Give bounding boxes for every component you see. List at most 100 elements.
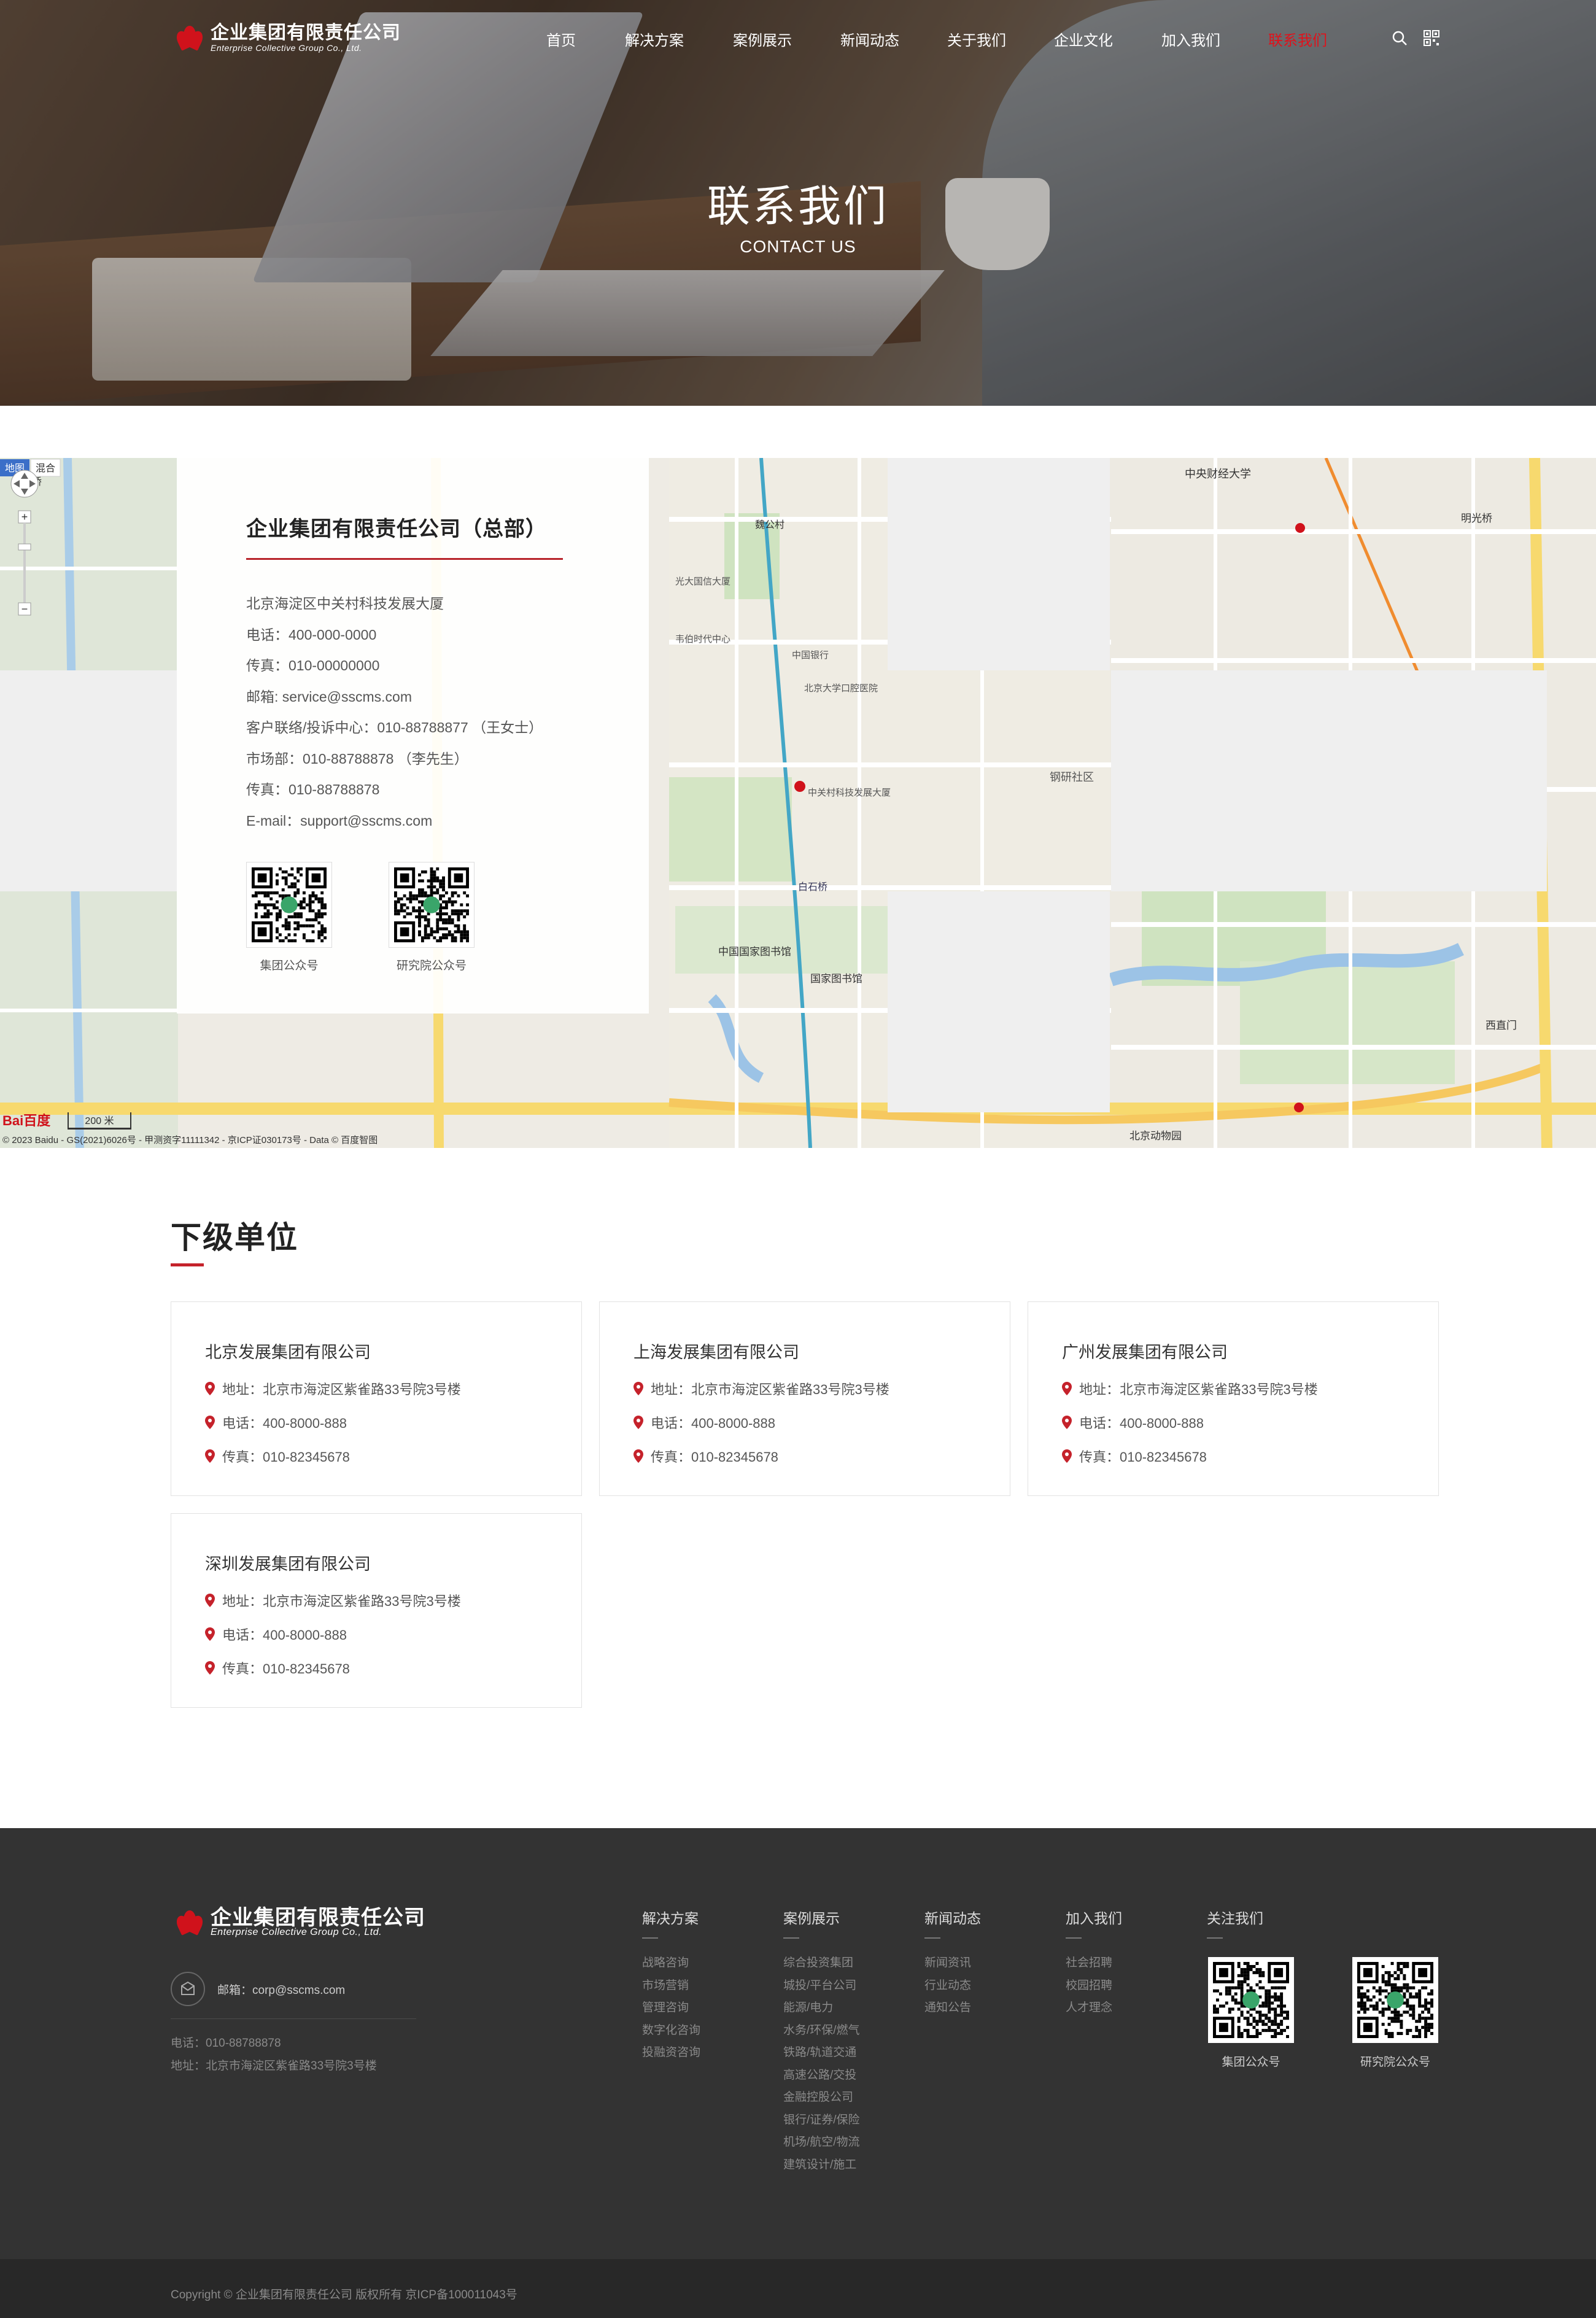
svg-text:明光桥: 明光桥	[1461, 513, 1492, 524]
subsidiary-name: 上海发展集团有限公司	[633, 1343, 799, 1362]
footer-email[interactable]: 邮箱：corp@sscms.com	[171, 1972, 345, 2006]
subsidiary-card: 深圳发展集团有限公司 地址：北京市海淀区紫雀路33号院3号楼 电话：400-80…	[171, 1513, 582, 1708]
location-pin-icon	[205, 1627, 215, 1641]
footer-link[interactable]: 城投/平台公司	[783, 1975, 860, 1998]
hq-qr-group-label: 集团公众号	[260, 959, 319, 972]
top-nav: 企业集团有限责任公司 Enterprise Collective Group C…	[0, 0, 1596, 80]
svg-text:+: +	[21, 511, 28, 523]
svg-text:光大国信大厦: 光大国信大厦	[675, 576, 730, 587]
svg-text:魏公村: 魏公村	[755, 519, 784, 530]
footer-link[interactable]: 社会招聘	[1066, 1952, 1122, 1975]
hq-qr-institute-label: 研究院公众号	[396, 959, 467, 972]
footer-logo[interactable]: 企业集团有限责任公司 Enterprise Collective Group C…	[174, 1906, 425, 1937]
hq-email[interactable]: 邮箱: service@sscms.com	[246, 681, 649, 713]
subsidiaries-title: 下级单位	[171, 1220, 298, 1255]
nav-item-join[interactable]: 加入我们	[1161, 28, 1220, 50]
footer-link[interactable]: 银行/证券/保险	[783, 2109, 860, 2132]
footer-email-text: 邮箱：corp@sscms.com	[217, 1983, 346, 1997]
nav-item-culture[interactable]: 企业文化	[1054, 28, 1113, 50]
footer-link[interactable]: 校园招聘	[1066, 1975, 1122, 1998]
subsidiary-fax: 传真：010-82345678	[1079, 1449, 1207, 1465]
footer-link[interactable]: 水务/环保/燃气	[783, 2020, 860, 2042]
location-pin-icon	[205, 1661, 215, 1675]
qrcode-icon	[1208, 1957, 1294, 2043]
location-pin-icon	[205, 1382, 215, 1395]
footer-link[interactable]: 新闻资讯	[924, 1952, 981, 1975]
location-pin-icon	[633, 1449, 643, 1463]
footer-link[interactable]: 行业动态	[924, 1975, 981, 1998]
svg-text:北京动物园: 北京动物园	[1129, 1130, 1182, 1142]
footer-link[interactable]: 金融控股公司	[783, 2087, 860, 2109]
footer-link[interactable]: 市场营销	[642, 1975, 700, 1998]
svg-text:西直门: 西直门	[1486, 1020, 1517, 1031]
footer-link[interactable]: 数字化咨询	[642, 2020, 700, 2042]
subsidiary-phone: 电话：400-8000-888	[651, 1416, 776, 1431]
footer-link[interactable]: 高速公路/交投	[783, 2064, 860, 2087]
main-menu: 首页 解决方案 案例展示 新闻动态 关于我们 企业文化 加入我们 联系我们	[0, 28, 1596, 53]
hq-info-card: 企业集团有限责任公司（总部） 北京海淀区中关村科技发展大厦 电话：400-000…	[177, 458, 649, 1014]
nav-item-home[interactable]: 首页	[546, 28, 576, 50]
footer-link[interactable]: 机场/航空/物流	[783, 2131, 860, 2154]
nav-item-about[interactable]: 关于我们	[947, 28, 1006, 50]
subsidiary-card: 上海发展集团有限公司 地址：北京市海淀区紫雀路33号院3号楼 电话：400-80…	[599, 1301, 1010, 1496]
hq-title: 企业集团有限责任公司（总部）	[246, 517, 547, 541]
footer-link[interactable]: 建筑设计/施工	[783, 2154, 860, 2177]
location-pin-icon	[633, 1416, 643, 1429]
svg-text:韦伯时代中心: 韦伯时代中心	[675, 634, 730, 645]
svg-text:中关村科技发展大厦: 中关村科技发展大厦	[808, 788, 891, 798]
footer-qr-group: 集团公众号	[1208, 1957, 1294, 2069]
subsidiary-phone: 电话：400-8000-888	[1079, 1416, 1204, 1431]
nav-item-contact[interactable]: 联系我们	[1268, 28, 1327, 50]
subsidiary-card: 北京发展集团有限公司 地址：北京市海淀区紫雀路33号院3号楼 电话：400-80…	[171, 1301, 582, 1496]
map-copyright: © 2023 Baidu - GS(2021)6026号 - 甲测资字11111…	[2, 1135, 378, 1145]
footer-col-solutions: 解决方案 战略咨询 市场营销 管理咨询 数字化咨询 投融资咨询	[642, 1907, 700, 2064]
mail-icon	[171, 1972, 205, 2006]
footer-brand-name: 企业集团有限责任公司	[211, 1906, 425, 1929]
hq-support-email[interactable]: E-mail：support@sscms.com	[246, 805, 649, 837]
qrcode-icon	[246, 862, 332, 948]
site-footer: 企业集团有限责任公司 Enterprise Collective Group C…	[0, 1828, 1596, 2318]
hq-fax-2: 传真：010-88788878	[246, 781, 380, 797]
location-pin-icon	[1062, 1416, 1072, 1429]
footer-link[interactable]: 通知公告	[924, 1997, 981, 2020]
nav-item-solutions[interactable]: 解决方案	[625, 28, 684, 50]
footer-qr-institute: 研究院公众号	[1352, 1957, 1438, 2069]
svg-text:北京大学口腔医院: 北京大学口腔医院	[804, 683, 878, 694]
hq-address: 北京海淀区中关村科技发展大厦	[246, 595, 444, 611]
subsidiary-name: 深圳发展集团有限公司	[205, 1555, 371, 1573]
location-pin-icon	[205, 1416, 215, 1429]
footer-link[interactable]: 管理咨询	[642, 1997, 700, 2020]
footer-phone: 电话：010-88788878	[171, 2037, 281, 2050]
subsidiary-phone: 电话：400-8000-888	[222, 1627, 347, 1643]
subsidiary-fax: 传真：010-82345678	[651, 1449, 778, 1465]
location-pin-icon	[633, 1382, 643, 1395]
location-pin-icon	[205, 1594, 215, 1607]
location-pin-icon	[205, 1449, 215, 1463]
search-icon[interactable]	[1391, 29, 1408, 47]
location-pin-icon	[1062, 1382, 1072, 1395]
qrcode-icon[interactable]	[1423, 29, 1440, 47]
nav-item-cases[interactable]: 案例展示	[733, 28, 792, 50]
logo-flame-icon	[174, 1908, 206, 1937]
subsidiary-card: 广州发展集团有限公司 地址：北京市海淀区紫雀路33号院3号楼 电话：400-80…	[1028, 1301, 1439, 1496]
qrcode-icon	[389, 862, 475, 948]
footer-link[interactable]: 综合投资集团	[783, 1952, 860, 1975]
subsidiary-address: 地址：北京市海淀区紫雀路33号院3号楼	[222, 1382, 461, 1397]
svg-text:中央财经大学: 中央财经大学	[1185, 468, 1251, 480]
footer-link[interactable]: 投融资咨询	[642, 2042, 700, 2064]
map-scale: 200 米	[68, 1112, 131, 1130]
svg-text:白石桥: 白石桥	[798, 882, 827, 893]
hq-fax: 传真：010-00000000	[246, 657, 380, 673]
nav-item-news[interactable]: 新闻动态	[840, 28, 899, 50]
footer-col-news: 新闻动态 新闻资讯 行业动态 通知公告	[924, 1907, 981, 2020]
subsidiary-fax: 传真：010-82345678	[222, 1449, 350, 1465]
map-zoom-control[interactable]: + −	[9, 468, 42, 627]
footer-link[interactable]: 人才理念	[1066, 1997, 1122, 2020]
footer-link[interactable]: 铁路/轨道交通	[783, 2042, 860, 2064]
footer-address: 地址：北京市海淀区紫雀路33号院3号楼	[171, 2060, 377, 2072]
hq-marketing: 市场部：010-88788878 （李先生）	[246, 750, 468, 767]
footer-link[interactable]: 战略咨询	[642, 1952, 700, 1975]
footer-link[interactable]: 能源/电力	[783, 1997, 860, 2020]
footer-copyright: Copyright © 企业集团有限责任公司 版权所有 京ICP备1000110…	[171, 2289, 517, 2301]
subsidiary-phone: 电话：400-8000-888	[222, 1416, 347, 1431]
